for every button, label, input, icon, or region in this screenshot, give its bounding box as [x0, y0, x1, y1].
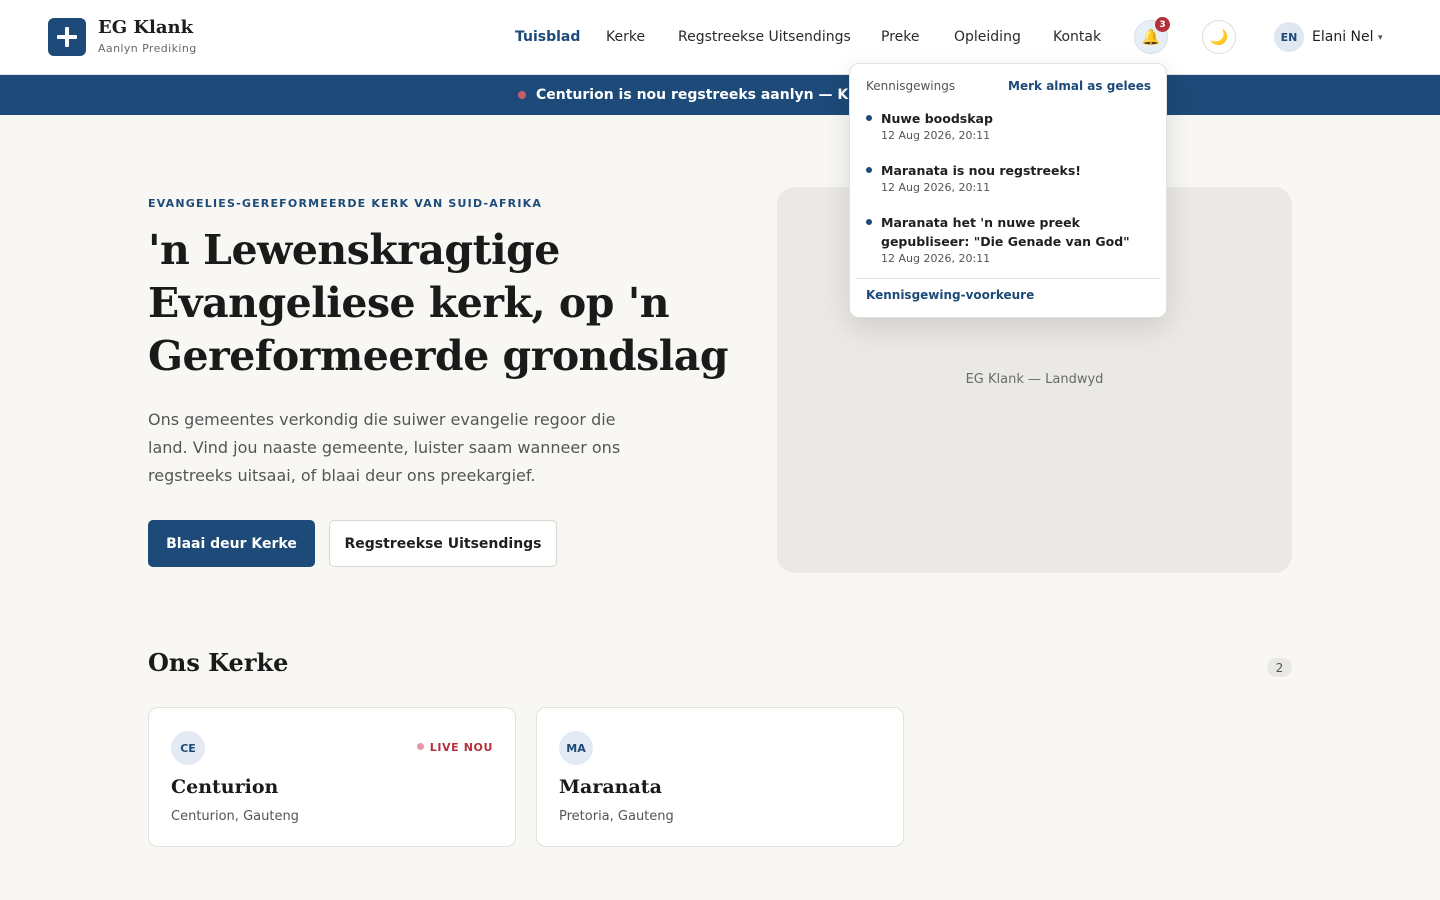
- church-name: Maranata: [559, 776, 662, 798]
- church-location: Centurion, Gauteng: [171, 809, 299, 824]
- nav-item-preke[interactable]: Preke: [881, 29, 919, 45]
- notifications-dropdown: Kennisgewings Merk almal as gelees Nuwe …: [849, 63, 1167, 318]
- live-broadcasts-button[interactable]: Regstreekse Uitsendings: [329, 520, 557, 567]
- notifications-heading: Kennisgewings: [866, 79, 956, 93]
- live-now-badge: LIVE NOU: [416, 741, 493, 754]
- notification-time: 12 Aug 2026, 20:11: [881, 252, 991, 265]
- unread-dot-icon: [866, 115, 872, 121]
- section-title-churches: Ons Kerke: [148, 648, 289, 677]
- church-location: Pretoria, Gauteng: [559, 809, 674, 824]
- notification-time: 12 Aug 2026, 20:11: [881, 129, 991, 142]
- hero-eyebrow: EVANGELIES-GEREFORMEERDE KERK VAN SUID-A…: [148, 197, 543, 210]
- hero-title: 'n Lewenskragtige Evangeliese kerk, op '…: [148, 226, 729, 380]
- hero-image-caption: EG Klank — Landwyd: [965, 372, 1104, 387]
- mark-all-read-link[interactable]: Merk almal as gelees: [1008, 79, 1151, 93]
- nav-item-tuisblad[interactable]: Tuisblad: [515, 29, 580, 45]
- hero-description: Ons gemeentes verkondig die suiwer evang…: [148, 410, 621, 485]
- unread-dot-icon: [866, 167, 872, 173]
- notification-item[interactable]: Nuwe boodskap 12 Aug 2026, 20:11: [866, 109, 1156, 142]
- theme-toggle-button[interactable]: 🌙: [1202, 20, 1236, 54]
- nav-item-regstreekse-uitsendings[interactable]: Regstreekse Uitsendings: [678, 29, 851, 45]
- church-initials-avatar: CE: [171, 731, 205, 765]
- moon-icon: 🌙: [1209, 27, 1229, 46]
- nav-item-opleiding[interactable]: Opleiding: [954, 29, 1021, 45]
- notification-preferences-link[interactable]: Kennisgewing-voorkeure: [866, 288, 1034, 302]
- church-card-centurion[interactable]: CE LIVE NOU Centurion Centurion, Gauteng: [148, 707, 516, 847]
- live-dot-icon: [416, 743, 424, 750]
- nav-item-kontak[interactable]: Kontak: [1053, 29, 1101, 45]
- notification-title: Maranata het 'n nuwe preek gepubliseer: …: [881, 215, 1130, 249]
- chevron-down-icon[interactable]: ▾: [1378, 33, 1383, 43]
- notification-title: Maranata is nou regstreeks!: [881, 163, 1081, 178]
- browse-churches-button[interactable]: Blaai deur Kerke: [148, 520, 315, 567]
- user-menu[interactable]: Elani Nel: [1312, 29, 1374, 45]
- bell-icon: 🔔: [1141, 27, 1161, 46]
- live-now-label: LIVE NOU: [429, 741, 493, 754]
- notification-count-badge: 3: [1155, 17, 1170, 32]
- church-card-maranata[interactable]: MA Maranata Pretoria, Gauteng: [536, 707, 904, 847]
- nav-item-kerke[interactable]: Kerke: [606, 29, 645, 45]
- brand-name[interactable]: EG Klank: [98, 17, 193, 38]
- live-dot-icon: [518, 91, 526, 99]
- divider: [856, 278, 1160, 279]
- user-avatar[interactable]: EN: [1274, 22, 1304, 52]
- logo-cross-icon[interactable]: [48, 18, 86, 56]
- notification-time: 12 Aug 2026, 20:11: [881, 181, 991, 194]
- notification-item[interactable]: Maranata het 'n nuwe preek gepubliseer: …: [866, 213, 1156, 265]
- church-name: Centurion: [171, 776, 279, 798]
- notification-title: Nuwe boodskap: [881, 111, 993, 126]
- church-initials-avatar: MA: [559, 731, 593, 765]
- notification-item[interactable]: Maranata is nou regstreeks! 12 Aug 2026,…: [866, 161, 1156, 194]
- church-count-badge: 2: [1267, 658, 1292, 677]
- unread-dot-icon: [866, 219, 872, 225]
- brand-tagline: Aanlyn Prediking: [98, 42, 197, 55]
